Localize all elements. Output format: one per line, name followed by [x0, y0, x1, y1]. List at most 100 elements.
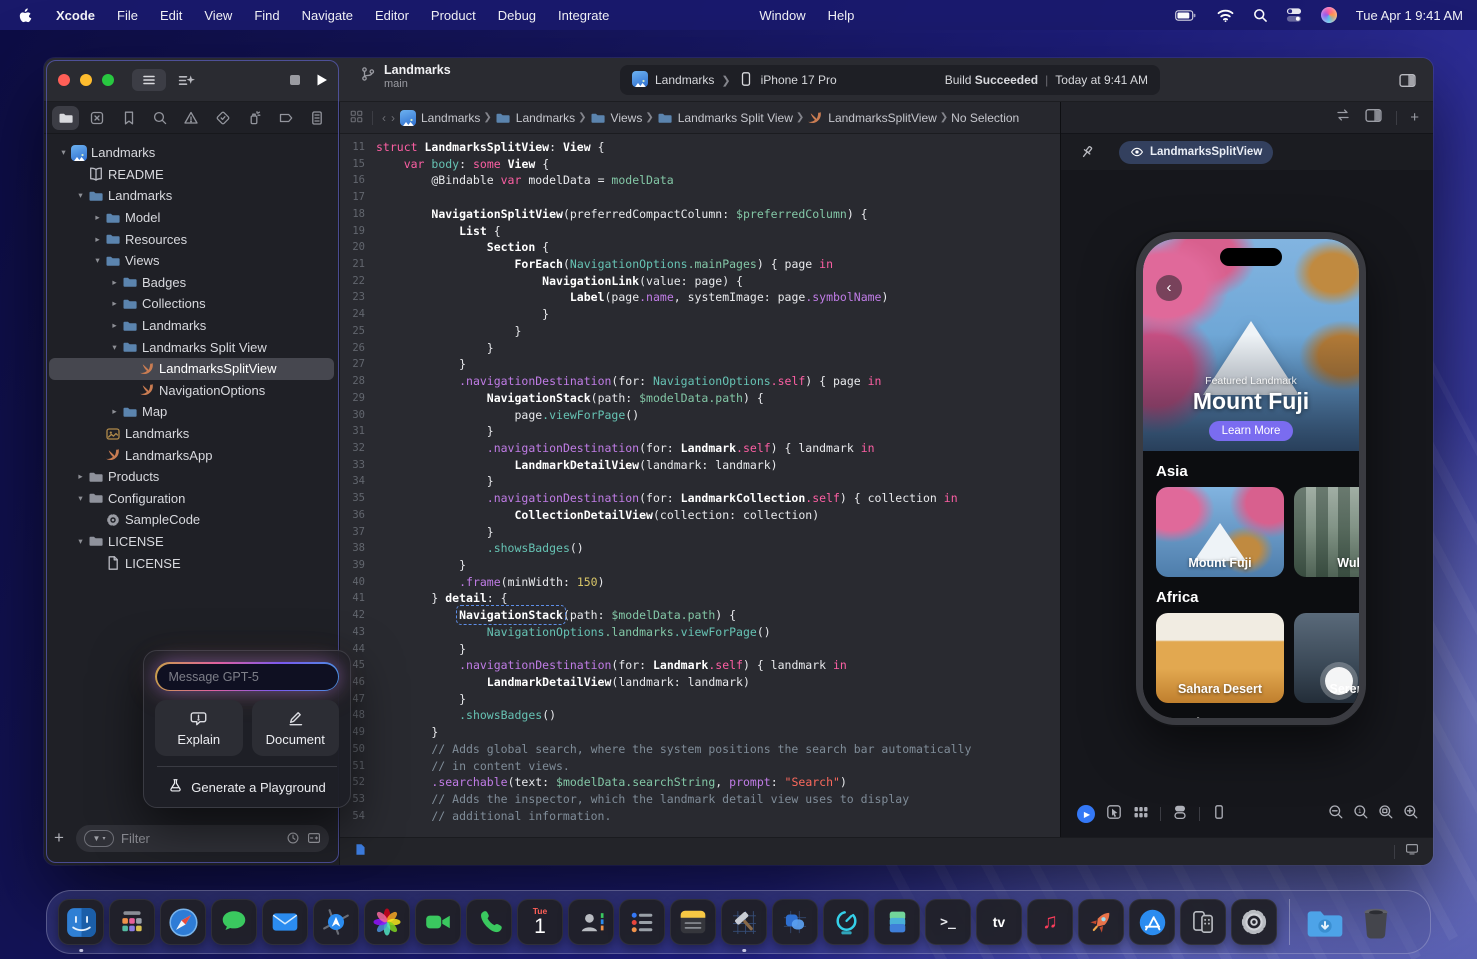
- code-line[interactable]: 46 LandmarkDetailView(landmark: landmark…: [340, 674, 1060, 691]
- code-line[interactable]: 38 .showsBadges(): [340, 540, 1060, 557]
- dock-rocket-icon[interactable]: [1078, 899, 1124, 945]
- navigator-tab-bookmarks[interactable]: [115, 106, 142, 130]
- device-settings-icon[interactable]: [1211, 804, 1227, 825]
- explain-button[interactable]: Explain: [155, 700, 243, 756]
- disclosure-open-icon[interactable]: ▾: [74, 190, 87, 201]
- add-file-button[interactable]: +: [54, 828, 68, 848]
- navigator-tab-project[interactable]: [52, 106, 79, 130]
- menu-item-editor[interactable]: Editor: [364, 8, 420, 23]
- code-line[interactable]: 25 }: [340, 323, 1060, 340]
- scheme-bar[interactable]: Landmarks ❯ iPhone 17 Pro Build Succeede…: [620, 65, 1160, 95]
- menu-clock[interactable]: Tue Apr 1 9:41 AM: [1356, 8, 1463, 23]
- tree-item-license[interactable]: ▾LICENSE: [49, 531, 334, 553]
- dock-xcode-icon[interactable]: [721, 899, 767, 945]
- code-line[interactable]: 47 }: [340, 691, 1060, 708]
- dock-settings-icon[interactable]: [1231, 899, 1277, 945]
- breadcrumb-segment[interactable]: No Selection: [951, 111, 1019, 125]
- back-icon[interactable]: ‹: [382, 111, 386, 125]
- menu-item-help[interactable]: Help: [817, 8, 866, 23]
- tree-item-landmarksapp[interactable]: LandmarksApp: [49, 444, 334, 466]
- zoom-window-button[interactable]: [102, 74, 114, 86]
- dock-tv-icon[interactable]: tv: [976, 899, 1022, 945]
- dock-phone-icon[interactable]: [466, 899, 512, 945]
- code-line[interactable]: 32 .navigationDestination(for: Landmark.…: [340, 440, 1060, 457]
- document-button[interactable]: Document: [252, 700, 340, 756]
- tree-item-views[interactable]: ▾Views: [49, 250, 334, 272]
- control-center-icon[interactable]: [1286, 7, 1302, 24]
- canvas-layout-icon[interactable]: [1364, 107, 1383, 129]
- code-line[interactable]: 19 List {: [340, 223, 1060, 240]
- code-line[interactable]: 42 NavigationStack(path: $modelData.path…: [340, 607, 1060, 624]
- battery-icon[interactable]: [1173, 7, 1198, 24]
- tree-item-license[interactable]: LICENSE: [49, 552, 334, 574]
- code-line[interactable]: 51 // in content views.: [340, 758, 1060, 775]
- tree-item-collections[interactable]: ▸Collections: [49, 293, 334, 315]
- tree-item-model[interactable]: ▸Model: [49, 207, 334, 229]
- code-line[interactable]: 54 // additional information.: [340, 808, 1060, 825]
- pin-icon[interactable]: [1079, 144, 1095, 160]
- tree-item-badges[interactable]: ▸Badges: [49, 272, 334, 294]
- dock-layers-icon[interactable]: [874, 899, 920, 945]
- scheme-device[interactable]: iPhone 17 Pro: [761, 73, 837, 87]
- code-line[interactable]: 34 }: [340, 473, 1060, 490]
- scheme-project[interactable]: Landmarks: [655, 73, 714, 87]
- code-line[interactable]: 17: [340, 189, 1060, 206]
- navigator-tab-issues[interactable]: [178, 106, 205, 130]
- menu-item-find[interactable]: Find: [243, 8, 290, 23]
- search-icon[interactable]: [1253, 7, 1267, 24]
- code-line[interactable]: 48 .showsBadges(): [340, 707, 1060, 724]
- menu-item-window[interactable]: Window: [748, 8, 816, 23]
- tree-item-readme[interactable]: README: [49, 164, 334, 186]
- dock-finder-icon[interactable]: [58, 899, 104, 945]
- code-line[interactable]: 50 // Adds global search, where the syst…: [340, 741, 1060, 758]
- forward-icon[interactable]: ›: [391, 111, 395, 125]
- tree-item-products[interactable]: ▸Products: [49, 466, 334, 488]
- menu-item-view[interactable]: View: [193, 8, 243, 23]
- tree-item-landmarks[interactable]: ▾Landmarks: [49, 142, 334, 164]
- code-line[interactable]: 15 var body: some View {: [340, 156, 1060, 173]
- code-line[interactable]: 30 page.viewForPage(): [340, 407, 1060, 424]
- disclosure-closed-icon[interactable]: ▸: [108, 406, 121, 417]
- code-line[interactable]: 52 .searchable(text: $modelData.searchSt…: [340, 774, 1060, 791]
- tree-item-samplecode[interactable]: SampleCode: [49, 509, 334, 531]
- run-button[interactable]: [310, 69, 332, 91]
- code-line[interactable]: 43 NavigationOptions.landmarks.viewForPa…: [340, 624, 1060, 641]
- menu-item-product[interactable]: Product: [420, 8, 487, 23]
- zoom-100-icon[interactable]: 1: [1353, 804, 1369, 825]
- tree-item-resources[interactable]: ▸Resources: [49, 228, 334, 250]
- stop-button[interactable]: [284, 69, 306, 91]
- code-line[interactable]: 21 ForEach(NavigationOptions.mainPages) …: [340, 256, 1060, 273]
- toggle-navigator-icon[interactable]: [132, 69, 166, 91]
- learn-more-button[interactable]: Learn More: [1209, 421, 1294, 441]
- live-preview-button[interactable]: ▶: [1077, 805, 1095, 823]
- dock-maps-icon[interactable]: [313, 899, 359, 945]
- code-line[interactable]: 16 @Bindable var modelData = modelData: [340, 172, 1060, 189]
- breadcrumb-segment[interactable]: Landmarks: [400, 110, 480, 126]
- code-line[interactable]: 41 } detail: {: [340, 590, 1060, 607]
- landmark-card-sahara-desert[interactable]: Sahara Desert: [1156, 613, 1284, 703]
- generate-playground-button[interactable]: Generate a Playground: [144, 767, 350, 807]
- code-line[interactable]: 45 .navigationDestination(for: Landmark.…: [340, 657, 1060, 674]
- navigator-tab-find[interactable]: [146, 106, 173, 130]
- add-preview-icon[interactable]: +: [1410, 109, 1419, 126]
- editor-layout-icon[interactable]: [1395, 69, 1419, 91]
- dock-music-icon[interactable]: ♫: [1027, 899, 1073, 945]
- dock-launchpad-icon[interactable]: [109, 899, 155, 945]
- dock-facetime-icon[interactable]: [415, 899, 461, 945]
- menu-item-integrate[interactable]: Integrate: [547, 8, 620, 23]
- navigator-tab-breakpoints[interactable]: [272, 106, 299, 130]
- code-line[interactable]: 49 }: [340, 724, 1060, 741]
- code-line[interactable]: 39 }: [340, 557, 1060, 574]
- menu-item-xcode[interactable]: Xcode: [45, 8, 106, 23]
- dock-trash-icon[interactable]: [1353, 899, 1399, 945]
- code-line[interactable]: 24 }: [340, 306, 1060, 323]
- disclosure-closed-icon[interactable]: ▸: [108, 320, 121, 331]
- code-line[interactable]: 36 CollectionDetailView(collection: coll…: [340, 507, 1060, 524]
- window-titlebar[interactable]: Landmarks main Landmarks ❯ iPhone 17 Pro…: [44, 58, 1433, 102]
- source-control-summary[interactable]: Landmarks main: [360, 64, 451, 90]
- dock-devices-icon[interactable]: [1180, 899, 1226, 945]
- code-line[interactable]: 35 .navigationDestination(for: LandmarkC…: [340, 490, 1060, 507]
- code-line[interactable]: 31 }: [340, 423, 1060, 440]
- dock-downloads-icon[interactable]: [1302, 899, 1348, 945]
- apple-menu-icon[interactable]: [18, 7, 33, 23]
